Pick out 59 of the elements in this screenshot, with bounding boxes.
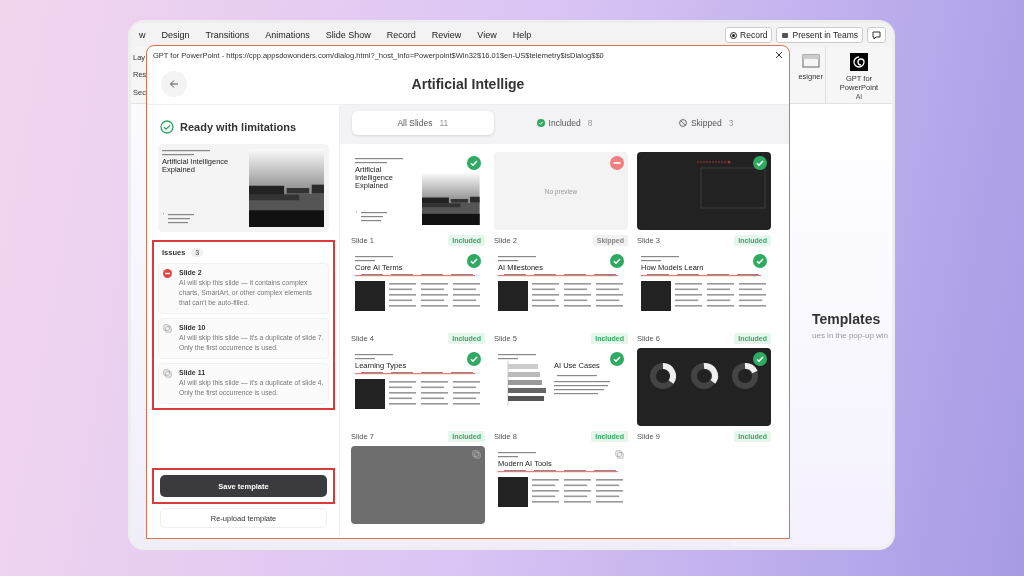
- copy-icon: [615, 450, 624, 459]
- document-text: ues in the pop-up win: [812, 331, 890, 340]
- copy-icon: [163, 369, 172, 378]
- check-badge-icon: [467, 156, 481, 170]
- ribbon-tab[interactable]: Review: [423, 30, 470, 40]
- teams-icon: [781, 31, 790, 39]
- copy-icon: [163, 324, 172, 333]
- close-button[interactable]: [775, 51, 783, 59]
- check-circle-icon: [160, 120, 174, 134]
- image-placeholder: [641, 281, 671, 311]
- comments-button[interactable]: [867, 27, 886, 43]
- close-icon: [775, 51, 783, 59]
- small-text-drawing: [498, 255, 538, 263]
- small-text-drawing: [641, 255, 681, 263]
- ribbon-tab[interactable]: View: [469, 30, 505, 40]
- image-placeholder: [355, 379, 385, 409]
- record-icon: [730, 31, 738, 39]
- designer-icon: [800, 53, 821, 69]
- connector-drawing: [697, 160, 767, 210]
- comment-icon: [872, 30, 881, 40]
- filter-tab[interactable]: All Slides 11: [352, 111, 494, 135]
- image-placeholder: [355, 281, 385, 311]
- filter-tab[interactable]: Skipped 3: [635, 111, 777, 135]
- small-text-drawing: [498, 451, 538, 459]
- dialog-heading: Artificial Intellige: [410, 76, 526, 92]
- minus-badge-icon: [610, 156, 624, 170]
- status-text: Ready with limitations: [180, 121, 297, 133]
- ribbon-tab[interactable]: Transitions: [197, 30, 258, 40]
- ribbon-tab[interactable]: Slide Show: [317, 30, 379, 40]
- copy-icon: [472, 450, 481, 459]
- small-text-drawing: [355, 353, 395, 361]
- check-badge-icon: [753, 156, 767, 170]
- small-text-drawing: [355, 157, 405, 165]
- check-badge-icon: [753, 254, 767, 268]
- ribbon-tab[interactable]: Design: [153, 30, 198, 40]
- filter-tab[interactable]: Included 8: [493, 111, 636, 135]
- small-text-drawing: [355, 255, 395, 263]
- check-badge-icon: [753, 352, 767, 366]
- ribbon-tab[interactable]: Help: [504, 30, 540, 40]
- back-arrow-icon: [169, 79, 179, 89]
- image-placeholder: [498, 281, 528, 311]
- document-heading: Templates: [812, 311, 882, 327]
- small-text-drawing: [162, 149, 212, 157]
- check-badge-icon: [610, 254, 624, 268]
- small-text-drawing: [498, 353, 538, 361]
- slide-preview[interactable]: [637, 348, 771, 426]
- ribbon-tab[interactable]: Animations: [257, 30, 318, 40]
- record-button[interactable]: Record: [725, 27, 773, 43]
- minus-circle-icon: [163, 269, 172, 278]
- check-badge-icon: [467, 352, 481, 366]
- ban-icon: [678, 119, 687, 127]
- present-in-teams-button[interactable]: Present in Teams: [776, 27, 863, 43]
- ribbon-tab[interactable]: w: [131, 30, 154, 40]
- check-circle-icon: [536, 119, 545, 127]
- spiral-logo-icon: [850, 53, 868, 71]
- check-badge-icon: [467, 254, 481, 268]
- ribbon-tab[interactable]: Record: [378, 30, 424, 40]
- check-badge-icon: [610, 352, 624, 366]
- image-placeholder: [498, 477, 528, 507]
